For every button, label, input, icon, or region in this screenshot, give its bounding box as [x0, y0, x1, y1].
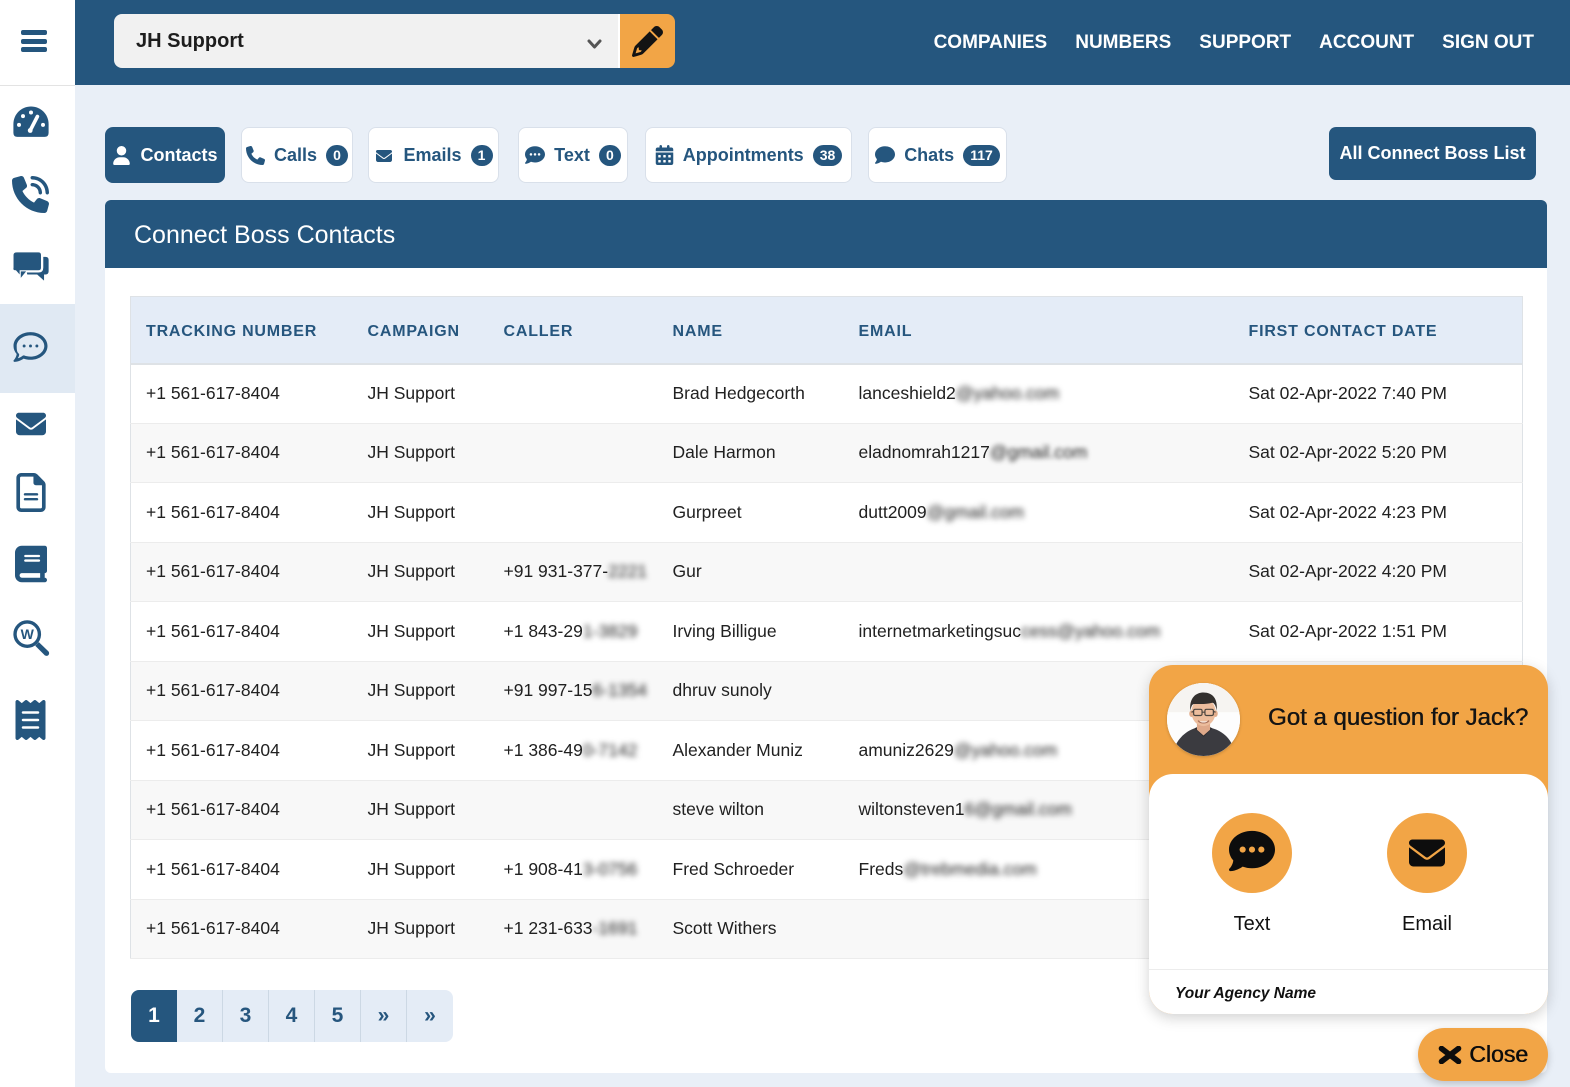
svg-text:W: W [21, 626, 35, 642]
